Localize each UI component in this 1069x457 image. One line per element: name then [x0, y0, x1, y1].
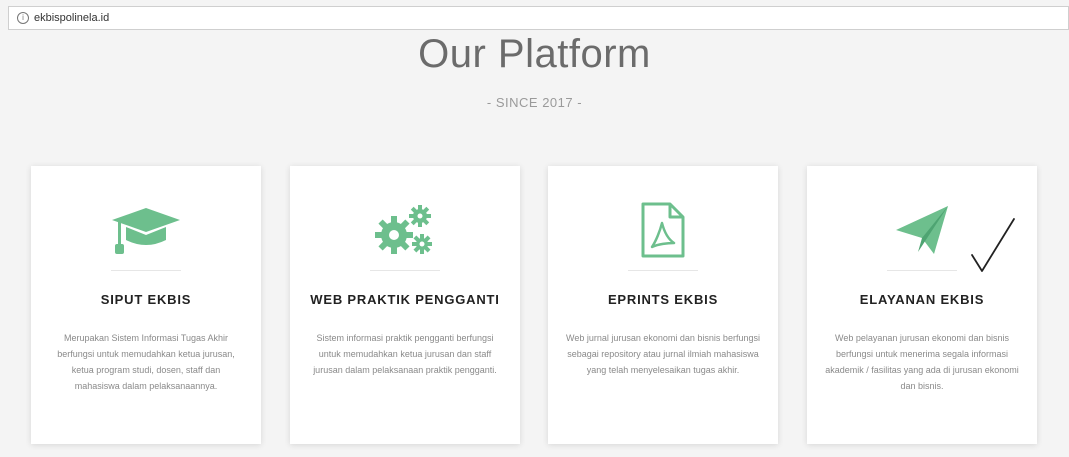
graduation-cap-icon: [31, 200, 261, 260]
divider: [628, 270, 698, 271]
card-title[interactable]: SIPUT EKBIS: [31, 292, 261, 307]
section-title: Our Platform: [418, 32, 651, 76]
pdf-file-icon: [548, 200, 778, 260]
card-title[interactable]: ELAYANAN EKBIS: [807, 292, 1037, 307]
card-description: Web jurnal jurusan ekonomi dan bisnis be…: [566, 333, 760, 375]
card-description: Merupakan Sistem Informasi Tugas Akhir b…: [57, 333, 235, 391]
divider: [111, 270, 181, 271]
url-text: ekbispolinela.id: [34, 12, 110, 24]
divider: [370, 270, 440, 271]
card-elayanan-ekbis[interactable]: ELAYANAN EKBIS Web pelayanan jurusan eko…: [807, 166, 1037, 444]
divider: [887, 270, 957, 271]
card-title[interactable]: EPRINTS EKBIS: [548, 292, 778, 307]
info-icon[interactable]: i: [17, 12, 29, 24]
card-title[interactable]: WEB PRAKTIK PENGGANTI: [290, 292, 520, 307]
card-description: Sistem informasi praktik pengganti berfu…: [313, 333, 497, 375]
card-eprints-ekbis[interactable]: EPRINTS EKBIS Web jurnal jurusan ekonomi…: [548, 166, 778, 444]
address-bar[interactable]: i ekbispolinela.id: [8, 6, 1069, 30]
card-description: Web pelayanan jurusan ekonomi dan bisnis…: [825, 333, 1019, 391]
section-subtitle: - SINCE 2017 -: [486, 95, 583, 110]
gears-icon: [290, 200, 520, 260]
card-siput-ekbis[interactable]: SIPUT EKBIS Merupakan Sistem Informasi T…: [31, 166, 261, 444]
checkmark-icon: [971, 218, 1015, 272]
card-web-praktik-pengganti[interactable]: WEB PRAKTIK PENGGANTI Sistem informasi p…: [290, 166, 520, 444]
